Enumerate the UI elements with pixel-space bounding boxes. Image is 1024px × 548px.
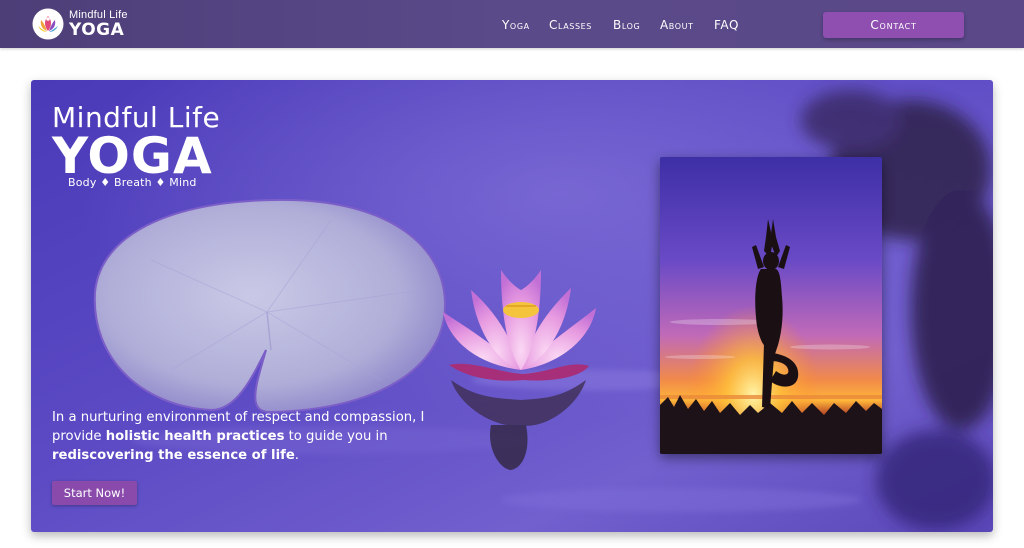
brand-text: Mindful Life YOGA	[69, 8, 128, 40]
hero-text-part3: .	[294, 448, 299, 463]
brand-line2: YOGA	[69, 19, 125, 40]
brand-home-link[interactable]: Mindful Life YOGA	[32, 8, 142, 40]
nav-item-about[interactable]: About	[660, 16, 700, 34]
hero-text-highlight1: holistic health practices	[105, 429, 285, 444]
yoga-pose-photo	[660, 157, 882, 454]
top-navbar: Mindful Life YOGA Yoga Classes Blog Abou…	[0, 0, 1024, 48]
hero-text-part2: to guide you in	[284, 429, 388, 444]
hero-tagline: Body ♦ Breath ♦ Mind	[68, 176, 197, 189]
sunset-silhouette-image	[660, 157, 882, 454]
nav-item-yoga[interactable]: Yoga	[502, 16, 535, 34]
main-nav: Yoga Classes Blog About FAQ	[502, 16, 742, 34]
hero-description: In a nurturing environment of respect an…	[52, 408, 462, 465]
hero-title-line2: YOGA	[52, 127, 213, 185]
contact-button[interactable]: Contact	[823, 12, 964, 38]
hero-title: Mindful Life YOGA	[52, 102, 220, 185]
brand-line1: Mindful Life	[69, 8, 128, 21]
start-now-button[interactable]: Start Now!	[52, 481, 137, 505]
hero-text-highlight2: rediscovering the essence of life	[52, 448, 295, 463]
nav-item-blog[interactable]: Blog	[613, 16, 646, 34]
hero-banner: Mindful Life YOGA Body ♦ Breath ♦ Mind I…	[31, 80, 993, 532]
nav-item-faq[interactable]: FAQ	[714, 16, 742, 34]
lotus-person-logo-icon	[32, 8, 64, 40]
nav-item-classes[interactable]: Classes	[549, 16, 599, 34]
